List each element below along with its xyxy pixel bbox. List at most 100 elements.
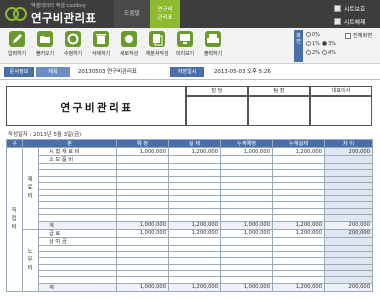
document-info-bar: 문서정보 제목 20130503 연구비관리표 저장일시 2013-05-03 … xyxy=(0,64,380,80)
labor-cost-label: 노무비 xyxy=(26,247,32,273)
pencil-icon xyxy=(9,31,25,47)
input-button[interactable]: 입력하기 xyxy=(3,30,31,62)
table-cell[interactable]: 1,000,000 xyxy=(116,228,169,238)
zoom-option-2-label: 2% xyxy=(312,49,320,56)
table-header-row: 구 분 예 정 실 제 누계예정 누계실제 차 이 xyxy=(6,139,373,148)
doc-name-value[interactable]: 20130503 연구비관리표 xyxy=(78,67,137,77)
table-cell[interactable]: 1,000,000 xyxy=(116,220,169,230)
item-name-cell[interactable]: 시 험 재 료 비 xyxy=(38,147,117,156)
table-cell[interactable]: 1,200,000 xyxy=(272,228,325,238)
nav-current-sheet[interactable]: 연구비 관리표 xyxy=(150,0,180,28)
approval-col3: 대표이사 xyxy=(310,86,372,96)
material-cost-cell: 재료비 xyxy=(22,147,39,230)
approval-col2: 팀 장 xyxy=(248,86,310,96)
app-header: 엑셀데이터 엑셀 coolboy 연구비관리표 도움말 연구비 관리표 시트보호… xyxy=(0,0,380,28)
delete-button[interactable]: 삭제하기 xyxy=(87,30,115,62)
table-row: 상 여 금 xyxy=(7,236,373,246)
fullscreen-label: 전체화면 xyxy=(353,33,373,39)
table-cell[interactable] xyxy=(272,155,325,164)
sheet-protect-button[interactable]: 시트보호 xyxy=(334,2,380,14)
zoom-option-1[interactable]: 1% xyxy=(306,41,320,47)
header-cum-actual: 누계실제 xyxy=(272,139,325,148)
saved-value: 2013-05-03 오후 5:26 xyxy=(214,69,271,75)
edit-label: 수정하기 xyxy=(63,51,83,57)
table-cell[interactable]: 200,000 xyxy=(324,220,373,230)
monitor-icon xyxy=(177,31,193,47)
item-name-cell[interactable]: 소 모 품 비 xyxy=(38,155,117,164)
subtotal-row: 계 1,000,000 1,200,000 1,000,000 1,200,000 200… xyxy=(7,220,373,230)
table-row: 소 모 품 비 xyxy=(7,155,373,164)
load-button[interactable]: 불러오기 xyxy=(31,30,59,62)
table-cell[interactable]: 1,200,000 xyxy=(272,282,325,292)
table-cell[interactable]: 200,000 xyxy=(324,147,373,156)
radio-icon xyxy=(306,32,311,37)
app-logo-icon xyxy=(5,7,27,21)
table-cell[interactable]: 1,200,000 xyxy=(272,147,325,156)
zoom-option-2[interactable]: 2% xyxy=(306,50,320,56)
doc-info-label: 문서정보 xyxy=(4,67,34,77)
approval-sign-2[interactable] xyxy=(248,96,310,126)
labor-cost-cell: 노무비 xyxy=(22,228,39,292)
load-label: 불러오기 xyxy=(35,51,55,57)
print-button[interactable]: 출력하기 xyxy=(199,30,227,62)
delete-label: 삭제하기 xyxy=(91,51,111,57)
app-subtitle: 엑셀데이터 엑셀 coolboy xyxy=(31,3,86,9)
table-cell[interactable] xyxy=(324,236,373,246)
table-cell[interactable]: 1,000,000 xyxy=(220,282,273,292)
table-cell[interactable] xyxy=(116,236,169,246)
sheet-unprotect-button[interactable]: 시트해제 xyxy=(334,15,380,27)
table-cell[interactable]: 1,000,000 xyxy=(220,228,273,238)
saved-label: 저장일시 xyxy=(170,67,204,77)
table-cell[interactable] xyxy=(324,155,373,164)
zoom-option-0[interactable]: 0% xyxy=(306,32,320,38)
rewrite-button[interactable]: 재분서작성 xyxy=(143,30,171,62)
table-cell[interactable] xyxy=(116,155,169,164)
header-actual: 실 제 xyxy=(168,139,221,148)
table-cell[interactable] xyxy=(168,155,221,164)
table-cell[interactable]: 1,200,000 xyxy=(168,147,221,156)
new-button[interactable]: 새로작성 xyxy=(115,30,143,62)
table-cell[interactable]: 1,000,000 xyxy=(220,147,273,156)
subtotal-label: 계 xyxy=(38,220,117,230)
toolbar: 입력하기 불러오기 수정하기 삭제하기 새로작성 재분서작성 미리보기 출력하기… xyxy=(0,28,380,64)
item-name-cell[interactable]: 급 료 xyxy=(38,228,117,238)
table-cell[interactable]: 200,000 xyxy=(324,228,373,238)
radio-icon xyxy=(306,41,311,46)
zoom-option-3[interactable]: 3% xyxy=(321,40,336,47)
sheet-protect-label: 시트보호 xyxy=(344,6,366,13)
trash-icon xyxy=(93,31,109,47)
zoom-option-0-label: 0% xyxy=(312,31,320,38)
edit-button[interactable]: 수정하기 xyxy=(59,30,87,62)
table-cell[interactable]: 1,000,000 xyxy=(220,220,273,230)
table-cell[interactable] xyxy=(168,236,221,246)
approval-col1: 담 당 xyxy=(186,86,248,96)
table-cell[interactable]: 1,200,000 xyxy=(168,220,221,230)
table-cell[interactable]: 1,200,000 xyxy=(272,220,325,230)
item-name-cell[interactable]: 상 여 금 xyxy=(38,236,117,246)
approval-sign-1[interactable] xyxy=(186,96,248,126)
header-cum-planned: 누계예정 xyxy=(220,139,273,148)
table-cell[interactable]: 1,200,000 xyxy=(168,282,221,292)
table-cell[interactable]: 1,200,000 xyxy=(168,228,221,238)
zoom-option-3-label: 3% xyxy=(327,40,336,47)
table-cell[interactable] xyxy=(220,155,273,164)
zoom-options: 0% 1% 3% 2% 4% xyxy=(306,30,344,62)
zoom-option-4[interactable]: 4% xyxy=(321,50,336,56)
table-cell[interactable]: 1,000,000 xyxy=(116,282,169,292)
radio-icon xyxy=(306,50,311,55)
direct-cost-cell: 직접비 xyxy=(6,147,23,292)
nav-help[interactable]: 도움말 xyxy=(114,0,150,28)
preview-button[interactable]: 미리보기 xyxy=(171,30,199,62)
fullscreen-toggle[interactable]: 전체화면 xyxy=(345,32,372,39)
preview-label: 미리보기 xyxy=(175,51,195,57)
table-cell[interactable] xyxy=(220,236,273,246)
budget-table: 구 분 예 정 실 제 누계예정 누계실제 차 이 직접비 재료비 시 험 재 료 … xyxy=(6,139,373,292)
new-label: 새로작성 xyxy=(119,51,139,57)
table-cell[interactable] xyxy=(272,236,325,246)
approval-sign-3[interactable] xyxy=(310,96,372,126)
table-cell[interactable]: 200,000 xyxy=(324,282,373,292)
approval-box: 담 당 팀 장 대표이사 xyxy=(186,86,372,126)
table-cell[interactable]: 1,000,000 xyxy=(116,147,169,156)
direct-cost-label: 직접비 xyxy=(10,206,16,233)
write-date: 작성일자 : 2013년 5월 3일(금) xyxy=(8,132,82,138)
